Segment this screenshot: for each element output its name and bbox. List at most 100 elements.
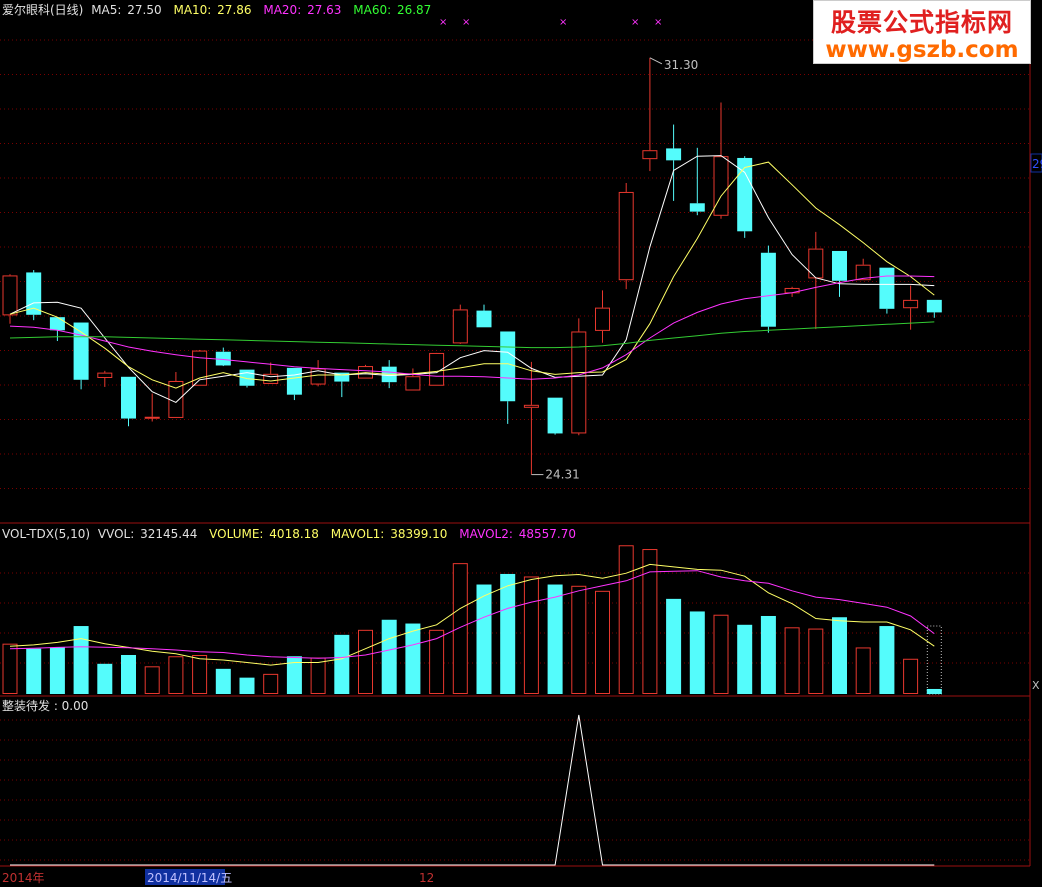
candle (144, 393, 160, 422)
candle-body-up (452, 309, 468, 344)
price-candles (2, 57, 942, 475)
candle (855, 258, 871, 281)
volume-bar-up (808, 628, 824, 694)
watermark-title: 股票公式指标网 (830, 8, 1013, 37)
high-annotation: 31.30 (649, 57, 698, 72)
ma-line-ma20 (9, 275, 935, 380)
price-tick-label: 29 (1032, 157, 1042, 171)
volume-bar-up (903, 658, 919, 694)
ma5-label: MA5: (91, 3, 121, 17)
volume-bar-down (26, 648, 42, 694)
price-grid (0, 39, 1030, 489)
price-pane[interactable] (0, 39, 1030, 489)
volume-bar-up (358, 629, 373, 695)
mavol1-value: 38399.10 (390, 527, 447, 541)
candle-body-up (523, 404, 539, 408)
signal-marker: × (559, 17, 567, 28)
candle (2, 274, 18, 324)
candle (97, 370, 113, 387)
volume-bar-down (215, 668, 231, 694)
candle (618, 183, 634, 290)
vvol-label: VVOL: (98, 527, 134, 541)
volume-bar-down (286, 656, 302, 694)
x-label-date: 2014/11/14/五 (147, 871, 232, 885)
volume-indicator-name: VOL-TDX(5,10) (2, 527, 90, 541)
volume-bar-up (571, 585, 587, 694)
candle (808, 231, 824, 330)
candle-body-up (784, 287, 800, 294)
candle-body-down (879, 267, 895, 309)
candle-body-down (689, 203, 705, 212)
candle (689, 147, 705, 216)
candle-body-up (595, 307, 610, 331)
candle-body-up (618, 191, 634, 281)
candle (405, 368, 421, 391)
x-axis[interactable]: 2014年 2014/11/14/五 12 (2, 869, 434, 885)
ma10-label: MA10: (173, 3, 211, 17)
indicator-signal-line (10, 714, 935, 866)
volume-bar-up (2, 643, 18, 695)
candle (760, 245, 776, 333)
ma60-value: 26.87 (397, 3, 431, 17)
stock-chart[interactable]: 爱尔眼科(日线) MA5: 27.50 MA10: 27.86 MA20: 27… (0, 0, 1042, 887)
price-header: 爱尔眼科(日线) MA5: 27.50 MA10: 27.86 MA20: 27… (2, 2, 431, 17)
volume-pane[interactable] (0, 545, 1030, 695)
indicator-pane[interactable] (0, 714, 1030, 866)
candle-body-up (144, 416, 160, 419)
x-label-year: 2014年 (2, 871, 45, 885)
candle-body-down (547, 397, 563, 434)
candle-body-down (121, 376, 136, 419)
volume-bar-down (97, 663, 113, 694)
signal-marker: × (439, 17, 447, 28)
volume-bar-up (618, 545, 634, 695)
high-price-label: 31.30 (664, 58, 698, 72)
mavol1-label: MAVOL1: (331, 527, 385, 541)
volume-bar-up (310, 657, 326, 695)
volume-bar-up (595, 590, 610, 694)
candle-body-down (832, 250, 847, 281)
volume-bar-down (879, 626, 895, 694)
candle (832, 250, 847, 297)
volume-bar-down (547, 584, 563, 694)
ma5-value: 27.50 (127, 3, 161, 17)
candle (926, 299, 942, 318)
candle (476, 304, 492, 328)
indicator-header: 整装待发 : 0.00 (2, 698, 88, 713)
candle-body-down (500, 331, 516, 402)
candle (286, 367, 302, 401)
volume-bar (926, 688, 942, 694)
low-annotation: 24.31 (531, 468, 580, 482)
candle (26, 270, 42, 321)
watermark: 股票公式指标网 www.gszb.com (813, 0, 1031, 64)
volume-bar-up (855, 647, 871, 694)
volume-bar-placeholder (926, 625, 942, 695)
vvol-value: 32145.44 (140, 527, 197, 541)
signal-marker: × (631, 17, 639, 28)
volume-bar-down (760, 615, 776, 694)
volume-value: 4018.18 (269, 527, 319, 541)
volume-bar-down (49, 647, 65, 694)
candle-body-down (73, 322, 89, 380)
candle-body-up (97, 372, 113, 378)
candle (121, 376, 136, 427)
volume-bar-down (405, 623, 421, 694)
candle-body-down (49, 317, 65, 331)
volume-bar-down (476, 584, 492, 694)
candle-body-down (476, 310, 492, 328)
volume-bar-down (381, 619, 397, 694)
candle (358, 364, 373, 379)
ma60-label: MA60: (353, 3, 391, 17)
candle (595, 290, 610, 343)
candle (713, 102, 729, 219)
right-price-axis: 29 X (1030, 153, 1042, 692)
volume-bar-down (239, 677, 255, 694)
ma20-label: MA20: (263, 3, 301, 17)
candle (666, 124, 682, 201)
volume-bar-up (642, 549, 658, 694)
indicator-grid (0, 719, 1030, 861)
x-label-month: 12 (419, 871, 434, 885)
volume-bar-up (713, 614, 729, 694)
low-price-label: 24.31 (545, 468, 579, 482)
signal-marker: × (462, 17, 470, 28)
volume-bar-up (263, 673, 279, 694)
